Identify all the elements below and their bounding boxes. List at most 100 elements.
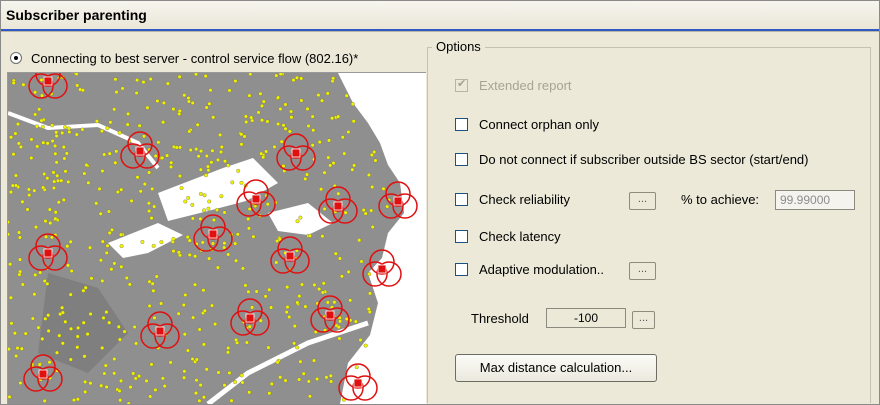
subscriber-point (325, 91, 330, 96)
subscriber-point (104, 385, 109, 389)
subscriber-point (248, 73, 253, 77)
subscriber-point (60, 310, 65, 315)
subscriber-point (242, 134, 247, 139)
achieve-percent-field[interactable]: 99.99000 (775, 190, 855, 210)
do-not-connect-checkbox[interactable] (455, 153, 468, 166)
subscriber-point (11, 152, 16, 157)
connect-orphan-checkbox[interactable] (455, 118, 468, 131)
subscriber-point (141, 80, 146, 85)
subscriber-point (69, 269, 74, 273)
subscriber-point (265, 119, 270, 124)
subscriber-point (206, 168, 211, 173)
subscriber-point (281, 123, 286, 128)
subscriber-point (274, 73, 279, 78)
subscriber-point (357, 238, 362, 243)
subscriber-point (240, 380, 245, 385)
extended-report-checkbox: ✔ (455, 78, 468, 92)
subscriber-point (60, 130, 65, 135)
subscriber-point (88, 312, 93, 316)
subscriber-point (15, 346, 20, 351)
subscriber-point (23, 331, 28, 336)
check-reliability-option[interactable]: Check reliability (455, 192, 570, 207)
subscriber-point (213, 322, 218, 327)
subscriber-point (37, 362, 42, 367)
subscriber-point (85, 332, 90, 337)
check-latency-option[interactable]: Check latency (455, 229, 561, 244)
subscriber-point (162, 384, 167, 389)
subscriber-point (160, 376, 165, 381)
subscriber-point (369, 208, 374, 213)
subscriber-point (246, 217, 251, 221)
subscriber-point (243, 283, 248, 288)
best-server-radio-button[interactable] (10, 52, 22, 64)
subscriber-point (51, 186, 56, 190)
check-latency-checkbox[interactable] (455, 230, 468, 243)
subscriber-point (18, 144, 23, 149)
subscriber-point (267, 287, 272, 292)
do-not-connect-option[interactable]: Do not connect if subscriber outside BS … (455, 152, 809, 167)
subscriber-point (370, 185, 375, 189)
subscriber-point (342, 151, 347, 156)
subscriber-point (54, 130, 59, 135)
subscriber-point (148, 77, 153, 82)
subscriber-point (16, 122, 20, 127)
subscriber-point (319, 187, 324, 192)
subscriber-point (59, 178, 64, 183)
subscriber-point (187, 238, 192, 243)
subscriber-point (222, 383, 227, 388)
subscriber-point (74, 132, 79, 137)
subscriber-point (261, 155, 266, 160)
subscriber-point (150, 281, 155, 286)
subscriber-point (363, 343, 368, 348)
subscriber-point (239, 132, 244, 137)
subscriber-point (97, 186, 102, 191)
subscriber-point (63, 319, 68, 324)
subscriber-point (198, 383, 203, 388)
subscriber-point (339, 274, 344, 279)
subscriber-point (107, 230, 112, 235)
subscriber-point (289, 109, 294, 114)
subscriber-point (8, 190, 13, 195)
subscriber-point (211, 218, 216, 222)
base-station-icon (43, 76, 53, 86)
subscriber-point (34, 225, 38, 230)
subscriber-point (147, 279, 152, 284)
subscriber-point (292, 324, 297, 329)
subscriber-point (168, 360, 173, 365)
subscriber-point (305, 106, 310, 111)
subscriber-point (219, 145, 224, 149)
threshold-ellipsis-button[interactable]: ... (632, 311, 655, 329)
subscriber-point (295, 300, 300, 305)
base-station-icon (291, 148, 301, 158)
subscriber-point (265, 202, 270, 207)
subscriber-point (171, 236, 176, 241)
subscriber-point (159, 301, 164, 306)
subscriber-point (75, 334, 80, 339)
base-station-icon (251, 194, 261, 204)
subscriber-point (8, 295, 13, 300)
subscriber-point (99, 383, 104, 388)
base-station-icon (377, 264, 387, 274)
map-view[interactable] (7, 72, 426, 404)
subscriber-point (82, 171, 87, 176)
subscriber-point (326, 155, 331, 160)
subscriber-point (66, 126, 71, 131)
subscriber-point (45, 176, 50, 181)
adaptive-modulation-option[interactable]: Adaptive modulation.. (455, 262, 604, 277)
subscriber-point (234, 337, 239, 342)
adaptive-modulation-ellipsis-button[interactable]: ... (629, 262, 656, 280)
subscriber-point (17, 230, 21, 235)
reliability-ellipsis-button[interactable]: ... (629, 192, 656, 210)
subscriber-point (247, 324, 252, 329)
subscriber-point (152, 315, 157, 320)
subscriber-point (244, 120, 249, 124)
threshold-field[interactable]: -100 (546, 308, 626, 328)
adaptive-modulation-checkbox[interactable] (455, 263, 468, 276)
max-distance-calculation-button[interactable]: Max distance calculation... (455, 354, 657, 382)
connect-orphan-option[interactable]: Connect orphan only (455, 117, 599, 132)
base-station-icon (353, 378, 363, 388)
check-reliability-checkbox[interactable] (455, 193, 468, 206)
subscriber-point (40, 125, 45, 129)
subscriber-point (119, 187, 124, 192)
subscriber-point (350, 167, 355, 172)
